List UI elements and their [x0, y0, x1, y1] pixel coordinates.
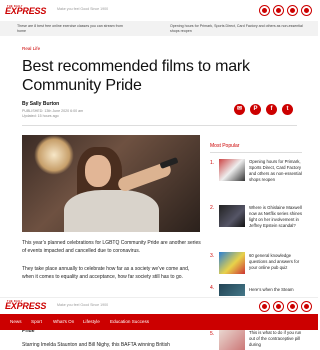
updated-date: Updated: 15 hours ago	[22, 114, 59, 118]
instagram-icon[interactable]	[301, 301, 312, 312]
pinterest-icon[interactable]: P	[250, 104, 261, 115]
most-popular-number: 2.	[210, 205, 215, 211]
article-title: Best recommended films to mark Community…	[22, 58, 250, 94]
facebook-icon[interactable]	[273, 5, 284, 16]
nav-item-lifestyle[interactable]: Lifestyle	[83, 319, 100, 324]
article-paragraph: This year’s planned celebrations for LGB…	[22, 240, 201, 254]
email-icon[interactable]: ✉	[234, 104, 245, 115]
most-popular-thumbnail[interactable]	[219, 284, 245, 296]
header-tagline: Make you feel Good Since 1900	[57, 7, 109, 11]
most-popular-number: 4.	[210, 285, 215, 291]
logo-name: EXPRESS	[5, 6, 47, 16]
site-logo[interactable]: THE DAILY EXPRESS	[5, 300, 46, 311]
article-author[interactable]: By Sally Burton	[22, 101, 59, 107]
article-section[interactable]: Real Life	[22, 46, 40, 51]
site-logo[interactable]: THE DAILY EXPRESS	[5, 5, 46, 16]
article-dates: PUBLISHED: 13th June 2020 6:00 am Update…	[22, 109, 83, 119]
most-popular-number: 3.	[210, 253, 215, 259]
email-icon[interactable]	[259, 5, 270, 16]
twitter-icon[interactable]	[287, 5, 298, 16]
twitter-icon[interactable]	[287, 301, 298, 312]
site-header: THE DAILY EXPRESS Make you feel Good Sin…	[0, 0, 318, 20]
logo-name: EXPRESS	[5, 301, 47, 311]
most-popular-thumbnail[interactable]	[219, 205, 245, 227]
twitter-icon[interactable]: t	[282, 104, 293, 115]
most-popular-label: Most Popular	[210, 143, 240, 149]
nav-item-sport[interactable]: Sport	[31, 319, 42, 324]
article-hero-image	[22, 135, 200, 232]
sticky-header: THE DAILY EXPRESS Make you feel Good Sin…	[0, 297, 318, 314]
header-tagline: Make you feel Good Since 1900	[57, 303, 109, 307]
article-paragraph: Starring Imelda Staunton and Bill Nighy,…	[22, 342, 170, 348]
article-paragraph: They take place annually to celebrate ho…	[22, 266, 190, 280]
most-popular-link[interactable]: Here’s when the Steam	[249, 287, 307, 293]
most-popular-link[interactable]: Opening hours for Primark, Sports Direct…	[249, 159, 307, 183]
trending-link[interactable]: These are 8 best free online exercise cl…	[17, 24, 127, 34]
email-icon[interactable]	[259, 301, 270, 312]
facebook-icon[interactable]	[273, 301, 284, 312]
most-popular-number: 5.	[210, 331, 215, 337]
main-nav: News Sport What's On Lifestyle Education…	[0, 314, 318, 330]
most-popular-thumbnail[interactable]	[219, 159, 245, 181]
most-popular-link[interactable]: Where is Ghislaine Maxwell now as Netfli…	[249, 205, 307, 229]
most-popular-link[interactable]: This is what to do if you run out of the…	[249, 330, 307, 348]
nav-item-news[interactable]: News	[10, 319, 22, 324]
divider	[210, 152, 302, 153]
divider	[22, 125, 297, 126]
nav-item-education[interactable]: Education Success	[110, 319, 149, 324]
most-popular-thumbnail[interactable]	[219, 330, 245, 350]
trending-link[interactable]: Opening hours for Primark, Sports Direct…	[170, 24, 305, 34]
nav-item-whats-on[interactable]: What's On	[53, 319, 74, 324]
most-popular-number: 1.	[210, 160, 215, 166]
facebook-icon[interactable]: f	[266, 104, 277, 115]
instagram-icon[interactable]	[301, 5, 312, 16]
most-popular-thumbnail[interactable]	[219, 252, 245, 274]
trending-strip: These are 8 best free online exercise cl…	[0, 21, 318, 36]
most-popular-link[interactable]: 60 general knowledge questions and answe…	[249, 253, 307, 271]
